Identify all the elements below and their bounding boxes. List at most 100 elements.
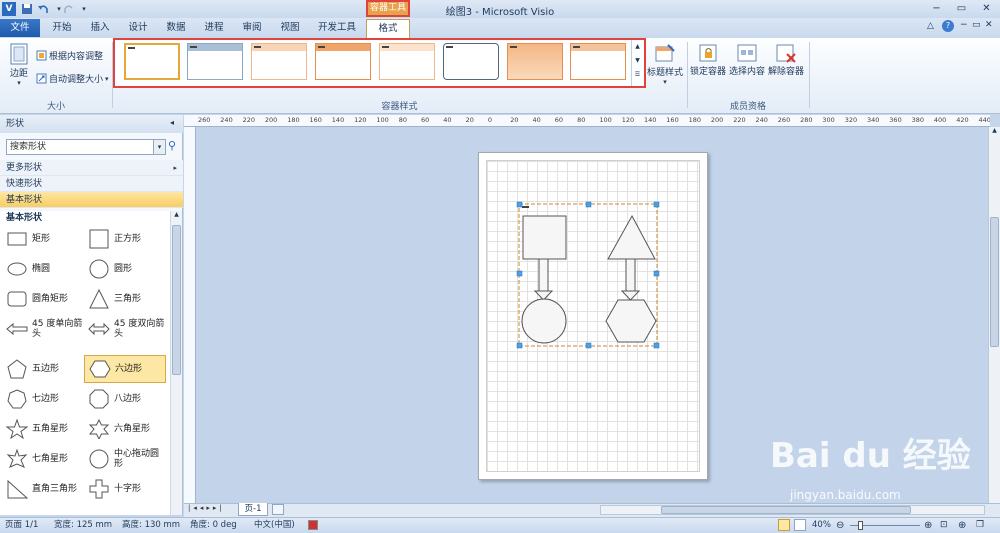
zoom-slider-thumb[interactable] — [858, 521, 863, 530]
tab-process[interactable]: 进程 — [196, 19, 232, 37]
page-nav-arrows-icon[interactable]: |◂◂▸▸| — [188, 504, 225, 512]
master-shape-right-triangle[interactable]: 直角三角形 — [2, 475, 84, 503]
master-shape-octagon[interactable]: 八边形 — [84, 385, 166, 413]
close-button[interactable]: ✕ — [974, 0, 999, 17]
pan-zoom-icon[interactable]: ⊕ — [958, 518, 966, 533]
triangle-shape[interactable] — [607, 214, 656, 260]
margin-button[interactable]: 边距 ▾ — [6, 42, 32, 87]
square-shape[interactable] — [522, 215, 567, 260]
ruler-tick-label: 260 — [777, 116, 791, 124]
master-shape-square[interactable]: 正方形 — [84, 225, 166, 253]
status-language[interactable]: 中文(中国) — [254, 518, 295, 533]
release-label: 解除容器 — [767, 67, 804, 77]
fit-to-contents-button[interactable]: 根据内容调整 — [36, 49, 103, 62]
container-style-6[interactable] — [443, 43, 499, 80]
tab-format[interactable]: 格式 — [366, 19, 410, 38]
tab-file[interactable]: 文件 — [0, 19, 40, 37]
insert-page-icon[interactable] — [272, 504, 284, 515]
master-shape-center-circle[interactable]: 中心拖动圆形 — [84, 445, 166, 473]
help-icon[interactable]: ? — [942, 20, 954, 32]
master-shape-double-arrow[interactable]: 45 度双向箭头 — [84, 315, 166, 343]
zoom-out-icon[interactable]: ⊖ — [836, 518, 844, 533]
tab-home[interactable]: 开始 — [44, 19, 80, 37]
tab-view[interactable]: 视图 — [272, 19, 308, 37]
master-shape-star6[interactable]: 六角星形 — [84, 415, 166, 443]
canvas-vertical-scrollbar[interactable]: ▲ — [988, 127, 1000, 503]
macro-record-icon[interactable] — [308, 520, 318, 530]
maximize-button[interactable]: ▭ — [949, 0, 974, 17]
canvas-scroll-thumb[interactable] — [990, 217, 999, 347]
scroll-up-icon[interactable]: ▲ — [989, 127, 1000, 137]
status-bar: 页面 1/1 宽度: 125 mm 高度: 130 mm 角度: 0 deg 中… — [0, 517, 1000, 533]
scroll-thumb[interactable] — [172, 225, 181, 375]
full-screen-icon[interactable] — [794, 519, 806, 531]
ruler-tick-label: 220 — [242, 116, 256, 124]
master-shape-star7[interactable]: 七角星形 — [2, 445, 84, 473]
master-shape-star5[interactable]: 五角星形 — [2, 415, 84, 443]
lock-container-button[interactable]: 锁定容器 — [690, 42, 726, 77]
tab-developer[interactable]: 开发工具 — [310, 19, 364, 37]
search-dropdown-icon[interactable]: ▾ — [153, 140, 165, 154]
container-style-4[interactable] — [315, 43, 371, 80]
zoom-in-icon[interactable]: ⊕ — [924, 518, 932, 533]
container-style-5[interactable] — [379, 43, 435, 80]
circle-shape[interactable] — [521, 298, 567, 344]
h-scroll-thumb[interactable] — [661, 506, 911, 514]
zoom-level[interactable]: 40% — [812, 518, 831, 533]
minimize-ribbon-icon[interactable]: △ — [927, 21, 934, 31]
scroll-up-icon[interactable]: ▲ — [171, 211, 182, 223]
tab-review[interactable]: 审阅 — [234, 19, 270, 37]
gallery-down-icon[interactable]: ▼ — [632, 54, 643, 68]
stencil-quick-shapes[interactable]: 快速形状 — [0, 176, 183, 192]
master-shape-heptagon[interactable]: 七边形 — [2, 385, 84, 413]
ruler-tick-label: 180 — [688, 116, 702, 124]
container-style-7[interactable] — [507, 43, 563, 80]
fit-page-icon[interactable]: ⊡ — [940, 518, 948, 533]
heading-style-button[interactable]: 标题样式 ▾ — [646, 43, 684, 86]
normal-view-icon[interactable] — [778, 519, 790, 531]
gallery-up-icon[interactable]: ▲ — [632, 40, 643, 54]
margin-dropdown-icon: ▾ — [17, 79, 21, 87]
master-shape-rounded-rect[interactable]: 圆角矩形 — [2, 285, 84, 313]
tab-design[interactable]: 设计 — [120, 19, 156, 37]
master-shape-pentagon[interactable]: 五边形 — [2, 355, 84, 383]
tab-insert[interactable]: 插入 — [82, 19, 118, 37]
arrow-shaft-right — [625, 258, 636, 292]
auto-size-button[interactable]: 自动调整大小 ▾ — [36, 72, 109, 85]
release-container-button[interactable]: 解除容器 — [767, 42, 805, 77]
gallery-more-icon[interactable]: ☰ — [632, 68, 643, 82]
stencil-more-shapes[interactable]: 更多形状 ▸ — [0, 160, 183, 176]
master-label: 五角星形 — [32, 424, 69, 434]
master-shape-rect[interactable]: 矩形 — [2, 225, 84, 253]
container-style-3[interactable] — [251, 43, 307, 80]
page-tab-1[interactable]: 页-1 — [238, 503, 268, 516]
shapes-scrollbar[interactable]: ▲ — [170, 211, 182, 515]
container-style-2[interactable] — [187, 43, 243, 80]
select-contents-button[interactable]: 选择内容 — [728, 42, 766, 77]
search-icon[interactable]: ⚲ — [168, 139, 176, 152]
hexagon-shape[interactable] — [605, 299, 657, 343]
stencil-label: 更多形状 — [6, 163, 43, 173]
ribbon-close-button[interactable]: ✕ — [985, 20, 993, 30]
container-style-8[interactable] — [570, 43, 626, 80]
heading-style-icon — [655, 44, 675, 62]
master-shape-cross[interactable]: 十字形 — [84, 475, 166, 503]
collapse-panel-icon[interactable]: ◂ — [170, 118, 174, 127]
minimize-button[interactable]: − — [924, 0, 949, 17]
container-style-1[interactable] — [124, 43, 180, 80]
master-shape-single-arrow[interactable]: 45 度单向箭头 — [2, 315, 84, 343]
search-shapes-input[interactable]: 搜索形状 — [6, 139, 166, 155]
master-shape-ellipse[interactable]: 椭圆 — [2, 255, 84, 283]
heading-style-label: 标题样式 — [646, 68, 683, 78]
tab-data[interactable]: 数据 — [158, 19, 194, 37]
switch-windows-icon[interactable]: ❐ — [976, 518, 984, 533]
master-shape-circle[interactable]: 圆形 — [84, 255, 166, 283]
ribbon-restore-button[interactable]: ▭ — [972, 20, 981, 30]
status-page[interactable]: 页面 1/1 — [5, 518, 38, 533]
stencil-basic-shapes[interactable]: 基本形状 — [0, 192, 183, 208]
ribbon-minimize-button[interactable]: − — [960, 20, 968, 30]
master-shape-hexagon[interactable]: 六边形 — [84, 355, 166, 383]
canvas-horizontal-scrollbar[interactable] — [600, 505, 985, 515]
gallery-scroll[interactable]: ▲ ▼ ☰ — [631, 40, 643, 86]
master-shape-triangle[interactable]: 三角形 — [84, 285, 166, 313]
